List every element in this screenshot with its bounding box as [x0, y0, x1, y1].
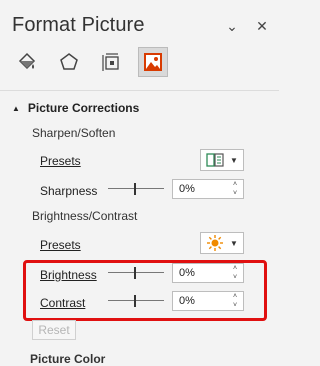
chevron-down-icon[interactable]: ˅	[230, 189, 240, 198]
slider-track	[108, 272, 164, 273]
chevron-up-icon[interactable]: ˄	[230, 180, 240, 189]
slider-track	[108, 188, 164, 189]
sharpen-presets-dropdown[interactable]: ▼	[200, 149, 244, 171]
sharpness-slider[interactable]	[108, 183, 164, 195]
reset-button[interactable]: Reset	[32, 320, 76, 340]
contrast-label: Contrast	[40, 296, 85, 310]
tabs-divider	[0, 90, 279, 91]
format-picture-pane: Format Picture ⌄ ✕ ▲ Picture Corrections…	[0, 0, 279, 366]
contrast-value: 0%	[179, 295, 195, 307]
sharpen-presets-label: Presets	[40, 154, 81, 168]
pane-title: Format Picture	[12, 14, 145, 36]
brightness-label: Brightness	[40, 268, 97, 282]
close-icon: ✕	[256, 17, 268, 34]
spinner-arrows[interactable]: ˄ ˅	[230, 292, 240, 310]
chevron-down-icon: ▼	[230, 238, 238, 248]
tab-effects[interactable]	[54, 47, 84, 77]
slider-thumb[interactable]	[134, 183, 136, 195]
fill-bucket-icon	[18, 52, 36, 70]
brightness-presets-dropdown[interactable]: ▼	[200, 232, 244, 254]
pane-tabs	[0, 44, 279, 88]
spinner-arrows[interactable]: ˄ ˅	[230, 180, 240, 198]
slider-thumb[interactable]	[134, 267, 136, 279]
chevron-down-icon[interactable]: ˅	[230, 273, 240, 282]
sharpness-value: 0%	[179, 183, 195, 195]
brightness-slider[interactable]	[108, 267, 164, 279]
brightness-presets-label-text: Presets	[40, 238, 81, 252]
chevron-up-icon[interactable]: ˄	[230, 264, 240, 273]
sharpness-spinner[interactable]: 0% ˄ ˅	[172, 179, 244, 199]
tab-size-properties[interactable]	[96, 47, 126, 77]
brightness-contrast-heading: Brightness/Contrast	[32, 209, 138, 223]
brightness-presets-label: Presets	[40, 238, 81, 252]
sharpen-preset-icon	[206, 153, 224, 167]
slider-thumb[interactable]	[134, 295, 136, 307]
collapse-pane-button[interactable]: ⌄	[222, 16, 242, 36]
sun-icon	[207, 235, 224, 251]
sharpen-presets-label-text: Presets	[40, 154, 81, 168]
brightness-value: 0%	[179, 267, 195, 279]
chevron-down-icon: ▼	[230, 155, 238, 165]
sharpness-label: Sharpness	[40, 184, 98, 198]
close-pane-button[interactable]: ✕	[252, 16, 272, 36]
contrast-spinner[interactable]: 0% ˄ ˅	[172, 291, 244, 311]
contrast-slider[interactable]	[108, 295, 164, 307]
size-properties-icon	[102, 53, 119, 71]
chevron-up-icon[interactable]: ˄	[230, 292, 240, 301]
contrast-label-text: Contrast	[40, 296, 86, 310]
sharpen-soften-heading: Sharpen/Soften	[32, 126, 116, 140]
section-title: Picture Corrections	[27, 101, 140, 115]
picture-icon	[144, 53, 162, 71]
spinner-arrows[interactable]: ˄ ˅	[230, 264, 240, 282]
tab-picture[interactable]	[138, 47, 168, 77]
collapse-triangle-icon: ▲	[12, 103, 20, 113]
chevron-down-icon[interactable]: ˅	[230, 301, 240, 310]
section-picture-corrections[interactable]: ▲ Picture Corrections	[12, 101, 139, 115]
brightness-spinner[interactable]: 0% ˄ ˅	[172, 263, 244, 283]
pentagon-icon	[60, 53, 78, 70]
tab-fill-line[interactable]	[12, 47, 42, 77]
chevron-down-icon: ⌄	[226, 17, 238, 34]
slider-track	[108, 300, 164, 301]
brightness-label-text: Brightness	[40, 268, 97, 282]
